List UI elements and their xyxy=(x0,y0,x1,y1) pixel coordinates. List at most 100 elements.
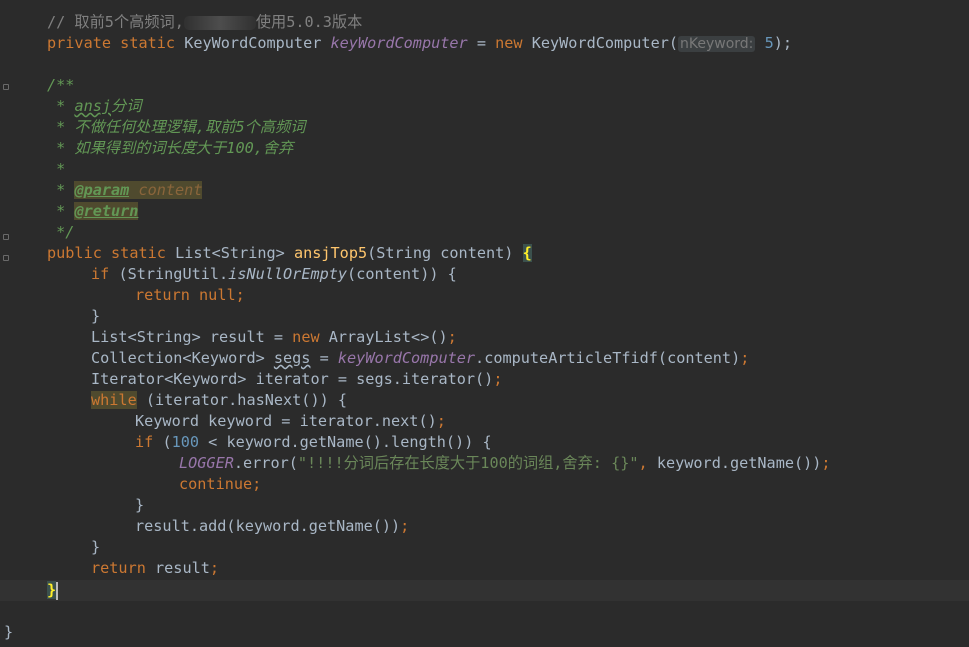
variable-segs: segs xyxy=(273,349,311,367)
type-name: KeyWordComputer xyxy=(184,34,322,52)
code-text: = xyxy=(310,349,338,367)
semicolon: ; xyxy=(740,349,750,367)
semicolon: ; xyxy=(493,370,503,388)
logger-field: LOGGER xyxy=(179,454,234,472)
doc-param-name: content xyxy=(138,181,203,199)
code-line-doc: * xyxy=(0,159,969,180)
code-line-logger: LOGGER.error("!!!!分词后存在长度大于100的词组,舍弃: {}… xyxy=(0,453,969,474)
doc-tag-return: @return xyxy=(74,202,139,220)
keyword-null: null xyxy=(199,286,236,304)
semicolon: ; xyxy=(447,328,457,346)
semicolon: ; xyxy=(400,517,410,535)
doc-text: 分词 xyxy=(111,97,142,115)
closing-brace: } xyxy=(91,538,101,556)
keyword-if: if xyxy=(135,433,154,451)
closing-brace: } xyxy=(4,623,14,641)
code-line-doc-open: /** xyxy=(0,75,969,96)
code-line-continue: continue; xyxy=(0,474,969,495)
doc-text: * 不做任何处理逻辑,取前5个高频词 xyxy=(47,118,306,136)
matched-closing-brace: } xyxy=(47,581,57,599)
comma: , xyxy=(638,454,648,472)
semicolon: ; xyxy=(235,286,245,304)
doc-star: * xyxy=(47,181,75,199)
doc-star: * xyxy=(47,97,75,115)
keyword-public: public xyxy=(47,244,102,262)
code-text: .error( xyxy=(233,454,298,472)
code-line-class-close: } xyxy=(0,622,969,643)
line-comment-cont: 使用5.0.3版本 xyxy=(255,13,363,31)
keyword-static: static xyxy=(111,244,166,262)
keyword-if: if xyxy=(91,265,110,283)
keyword-while: while xyxy=(91,391,137,409)
code-line-close: } xyxy=(0,495,969,516)
doc-comment-open: /** xyxy=(47,76,75,94)
code-line-while: while (iterator.hasNext()) { xyxy=(0,390,969,411)
doc-comment-close: */ xyxy=(47,223,75,241)
code-line-result: List<String> result = new ArrayList<>(); xyxy=(0,327,969,348)
code-text: (StringUtil. xyxy=(109,265,229,283)
code-text: < keyword.getName().length()) { xyxy=(199,433,492,451)
keyword-static: static xyxy=(120,34,176,52)
code-line-method-signature: public static List<String> ansjTop5(Stri… xyxy=(0,243,969,264)
code-line-doc-return: * @return xyxy=(0,201,969,222)
code-text: result.add(keyword.getName()) xyxy=(135,517,401,535)
keyword-private: private xyxy=(47,34,112,52)
semicolon: ; xyxy=(436,412,446,430)
statement-end: ); xyxy=(773,34,793,52)
code-text: ( xyxy=(153,433,172,451)
constructor-call: KeyWordComputer( xyxy=(531,34,679,52)
semicolon: ; xyxy=(821,454,831,472)
doc-star: * xyxy=(47,202,75,220)
keyword-continue: continue xyxy=(179,475,253,493)
semicolon: ; xyxy=(252,475,262,493)
code-line-if: if (StringUtil.isNullOrEmpty(content)) { xyxy=(0,264,969,285)
code-line-doc: * 如果得到的词长度大于100,舍弃 xyxy=(0,138,969,159)
matched-brace: { xyxy=(522,244,532,262)
code-text: ArrayList<>() xyxy=(319,328,448,346)
code-line-keyword: Keyword keyword = iterator.next(); xyxy=(0,411,969,432)
code-text: (iterator.hasNext()) { xyxy=(136,391,348,409)
number-literal: 5 xyxy=(764,34,774,52)
code-line-doc-close: */ xyxy=(0,222,969,243)
code-line-return: return result; xyxy=(0,558,969,579)
code-line-doc: * 不做任何处理逻辑,取前5个高频词 xyxy=(0,117,969,138)
code-line-current[interactable]: } xyxy=(0,580,969,601)
code-text: List<String> result = xyxy=(91,328,293,346)
field-name: keyWordComputer xyxy=(330,34,468,52)
code-line-return-null: return null; xyxy=(0,285,969,306)
semicolon: ; xyxy=(209,559,220,577)
parameter-hint: nKeyword: xyxy=(678,36,756,52)
closing-brace: } xyxy=(135,496,145,514)
code-line-segs: Collection<Keyword> segs = keyWordComput… xyxy=(0,348,969,369)
code-line-close: } xyxy=(0,537,969,558)
code-line-doc-param: * @param content xyxy=(0,180,969,201)
code-text: Collection<Keyword> xyxy=(91,349,274,367)
doc-word: ansj xyxy=(74,97,112,115)
code-text: keyword.getName()) xyxy=(647,454,822,472)
keyword-return: return xyxy=(135,286,190,304)
code-text: Iterator<Keyword> iterator = segs.iterat… xyxy=(91,370,494,388)
code-line-comment: // 取前5个高频词, 使用5.0.3版本 xyxy=(0,12,969,33)
keyword-new: new xyxy=(495,34,523,52)
method-name: ansjTop5 xyxy=(293,244,368,262)
doc-text: * xyxy=(47,160,66,178)
field-reference: keyWordComputer xyxy=(337,349,476,367)
method-params: (String content) xyxy=(367,244,523,262)
keyword-new: new xyxy=(292,328,320,346)
static-call: isNullOrEmpty xyxy=(228,265,348,283)
string-literal: "!!!!分词后存在长度大于100的词组,舍弃: {}" xyxy=(297,454,639,472)
keyword-return: return xyxy=(91,559,146,577)
code-line-doc: * ansj分词 xyxy=(0,96,969,117)
code-line-add: result.add(keyword.getName()); xyxy=(0,516,969,537)
doc-text: * 如果得到的词长度大于100,舍弃 xyxy=(47,139,294,157)
redacted-text xyxy=(183,15,256,30)
code-text: .computeArticleTfidf(content) xyxy=(475,349,741,367)
code-text: result xyxy=(145,559,210,577)
text-caret xyxy=(56,581,59,600)
line-comment: // 取前5个高频词, xyxy=(47,13,184,31)
code-line-iterator: Iterator<Keyword> iterator = segs.iterat… xyxy=(0,369,969,390)
return-type: List<String> xyxy=(175,244,285,262)
doc-tag-param: @param xyxy=(74,181,130,199)
closing-brace: } xyxy=(91,307,101,325)
code-line-if-length: if (100 < keyword.getName().length()) { xyxy=(0,432,969,453)
